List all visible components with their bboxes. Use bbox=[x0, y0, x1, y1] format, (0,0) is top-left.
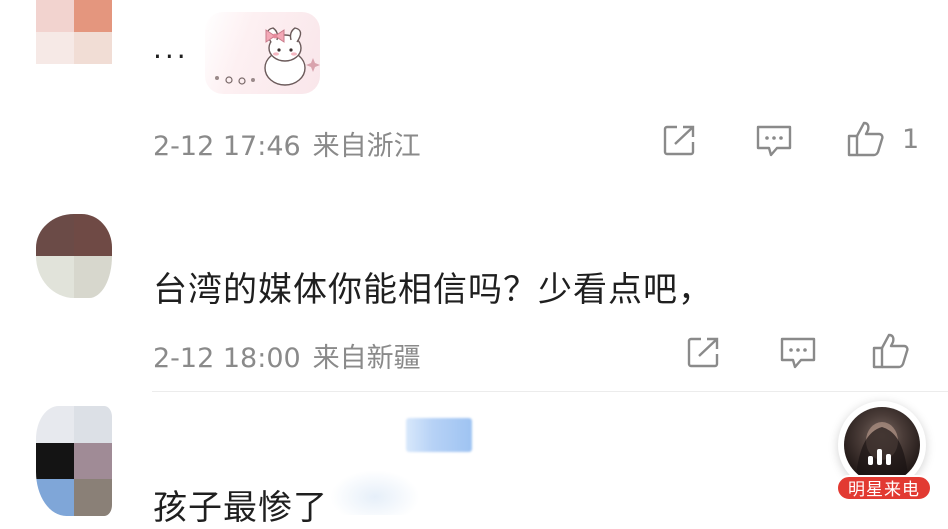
avatar-pixel bbox=[74, 214, 112, 256]
like-count: 1 bbox=[902, 124, 920, 155]
avatar[interactable] bbox=[36, 406, 112, 516]
avatar-pixel bbox=[74, 479, 112, 516]
avatar[interactable] bbox=[36, 214, 112, 298]
star-call-widget[interactable]: 明星来电 bbox=[832, 395, 937, 505]
divider bbox=[152, 391, 948, 392]
share-icon[interactable] bbox=[687, 336, 721, 368]
comment-icon[interactable] bbox=[755, 124, 793, 158]
avatar-pixel bbox=[74, 32, 112, 64]
avatar-pixel bbox=[36, 442, 74, 480]
sound-wave-icon bbox=[868, 445, 898, 465]
bunny-sticker-icon bbox=[205, 12, 320, 94]
avatar-pixel bbox=[36, 256, 74, 298]
comment-text: 孩子最惨了 bbox=[153, 488, 328, 528]
thumbs-up-icon[interactable] bbox=[871, 332, 911, 370]
avatar-pixel bbox=[36, 0, 74, 32]
comment-text: ... bbox=[153, 32, 189, 65]
comment-meta: 2-12 18:00 来自新疆 bbox=[153, 336, 421, 375]
comment-icon[interactable] bbox=[779, 336, 817, 370]
avatar-pixel bbox=[36, 32, 74, 64]
avatar-pixel bbox=[74, 406, 112, 443]
comment-text: 台湾的媒体你能相信吗？少看点吧， bbox=[153, 270, 713, 310]
comment-meta: 2-12 17:46 来自浙江 bbox=[153, 124, 421, 163]
share-icon[interactable] bbox=[663, 124, 697, 156]
avatar[interactable] bbox=[36, 0, 112, 64]
blurred-sticker bbox=[330, 470, 420, 515]
avatar-pixel bbox=[36, 406, 74, 443]
comment-date: 2-12 17:46 bbox=[153, 131, 301, 162]
comment-date: 2-12 18:00 bbox=[153, 343, 301, 374]
blurred-username bbox=[406, 418, 472, 452]
avatar-pixel bbox=[74, 0, 112, 32]
thumbs-up-icon[interactable] bbox=[846, 120, 886, 158]
comment-location: 来自浙江 bbox=[312, 131, 421, 162]
avatar-pixel bbox=[36, 214, 74, 256]
avatar-pixel bbox=[74, 256, 112, 298]
call-widget-label: 明星来电 bbox=[836, 475, 932, 501]
avatar-pixel bbox=[74, 442, 112, 480]
comment-location: 来自新疆 bbox=[312, 343, 421, 374]
avatar-pixel bbox=[36, 479, 74, 516]
